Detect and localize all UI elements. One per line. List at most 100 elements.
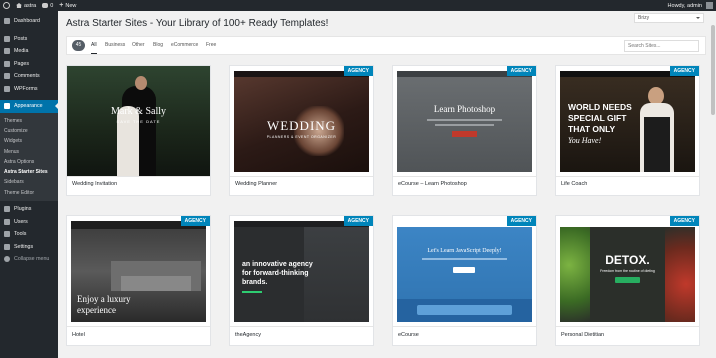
filter-free[interactable]: Free bbox=[206, 41, 216, 50]
thumb-subtitle: Freedom from the routine of dieting bbox=[600, 269, 655, 273]
home-icon bbox=[16, 3, 22, 8]
thumb-subtitle: PLANNERS & EVENT ORGANIZER bbox=[266, 135, 337, 139]
collapse-menu-button[interactable]: Collapse menu bbox=[0, 253, 58, 266]
site-name: Wedding Planner bbox=[235, 181, 278, 187]
pages-icon bbox=[4, 60, 10, 67]
sidebar-item-tools[interactable]: Tools bbox=[0, 228, 58, 241]
submenu-customize[interactable]: Customize bbox=[0, 126, 58, 136]
sidebar-item-wpforms[interactable]: WPForms bbox=[0, 83, 58, 96]
submenu-sidebars[interactable]: Sidebars bbox=[0, 177, 58, 187]
site-name: eCourse – Learn Photoshop bbox=[398, 181, 467, 187]
thumb-line-3: brands. bbox=[242, 279, 268, 286]
wp-logo-menu[interactable] bbox=[0, 0, 13, 11]
site-thumbnail[interactable]: Learn Photoshop bbox=[393, 66, 536, 176]
site-card-theagency[interactable]: an innovative agency for forward-thinkin… bbox=[230, 216, 373, 345]
page-title: Astra Starter Sites - Your Library of 10… bbox=[66, 18, 329, 29]
submenu-themes[interactable]: Themes bbox=[0, 116, 58, 126]
media-icon bbox=[4, 48, 10, 55]
thumb-title: Learn Photoshop bbox=[433, 104, 496, 114]
sidebar-item-label: Users bbox=[14, 218, 28, 225]
sidebar-item-users[interactable]: Users bbox=[0, 215, 58, 228]
comment-icon bbox=[4, 73, 10, 80]
wordpress-icon bbox=[3, 2, 10, 9]
account-menu[interactable]: Howdy, admin bbox=[668, 0, 702, 11]
brush-icon bbox=[4, 103, 10, 110]
thumb-line-2: SPECIAL GIFT bbox=[568, 113, 627, 123]
site-thumbnail[interactable]: Let's Learn JavaScript Deeply! bbox=[393, 216, 536, 326]
sidebar-item-appearance[interactable]: Appearance bbox=[0, 100, 58, 113]
filter-other[interactable]: Other bbox=[132, 41, 145, 50]
thumb-title: WEDDING bbox=[266, 118, 337, 133]
pin-icon bbox=[4, 35, 10, 42]
dashboard-icon bbox=[4, 18, 10, 25]
page-scrollbar[interactable] bbox=[710, 11, 716, 358]
submenu-theme-editor[interactable]: Theme Editor bbox=[0, 188, 58, 198]
site-thumbnail[interactable]: Mark & Sally SAVE THE DATE bbox=[67, 66, 210, 176]
sidebar-item-label: WPForms bbox=[14, 85, 38, 92]
sidebar-item-media[interactable]: Media bbox=[0, 45, 58, 58]
agency-badge: AGENCY bbox=[343, 216, 373, 226]
sidebar-item-comments[interactable]: Comments bbox=[0, 70, 58, 83]
thumb-line-2: experience bbox=[77, 305, 116, 315]
thumb-title: Let's Learn JavaScript Deeply! bbox=[427, 248, 502, 254]
site-thumbnail[interactable]: WEDDING PLANNERS & EVENT ORGANIZER bbox=[230, 66, 373, 176]
site-thumbnail[interactable]: Enjoy a luxury experience bbox=[67, 216, 210, 326]
sidebar-item-settings[interactable]: Settings bbox=[0, 240, 58, 253]
site-card-life-coach[interactable]: WORLD NEEDS SPECIAL GIFT THAT ONLY You H… bbox=[556, 66, 699, 195]
sidebar-item-label: Media bbox=[14, 48, 29, 55]
submenu-astra-starter-sites[interactable]: Astra Starter Sites bbox=[0, 167, 58, 177]
site-name: eCourse bbox=[398, 332, 419, 338]
filter-blog[interactable]: Blog bbox=[153, 41, 163, 50]
site-thumbnail[interactable]: an innovative agency for forward-thinkin… bbox=[230, 216, 373, 326]
sidebar-item-pages[interactable]: Pages bbox=[0, 58, 58, 71]
site-name: theAgency bbox=[235, 332, 261, 338]
search-input[interactable] bbox=[624, 40, 699, 52]
submenu-menus[interactable]: Menus bbox=[0, 146, 58, 156]
site-card-ecourse-photoshop[interactable]: Learn Photoshop AGENCY eCourse – Learn P… bbox=[393, 66, 536, 195]
settings-icon bbox=[4, 243, 10, 250]
site-name-menu[interactable]: astra bbox=[13, 0, 39, 11]
new-content-menu[interactable]: + New bbox=[56, 0, 79, 11]
site-card-hotel[interactable]: Enjoy a luxury experience AGENCY Hotel bbox=[67, 216, 210, 345]
site-card-wedding-planner[interactable]: WEDDING PLANNERS & EVENT ORGANIZER AGENC… bbox=[230, 66, 373, 195]
site-name: Life Coach bbox=[561, 181, 588, 187]
filter-ecommerce[interactable]: eCommerce bbox=[171, 41, 198, 50]
filter-business[interactable]: Business bbox=[105, 41, 125, 50]
thumb-line-4: You Have! bbox=[568, 136, 602, 145]
comment-icon bbox=[42, 3, 49, 8]
submenu-astra-options[interactable]: Astra Options bbox=[0, 157, 58, 167]
sidebar-item-label: Settings bbox=[14, 243, 34, 250]
filter-all[interactable]: All bbox=[91, 41, 97, 54]
agency-badge: AGENCY bbox=[669, 216, 699, 226]
sidebar-item-plugins[interactable]: Plugins bbox=[0, 203, 58, 216]
appearance-submenu: Themes Customize Widgets Menus Astra Opt… bbox=[0, 112, 58, 201]
sidebar-item-dashboard[interactable]: Dashboard bbox=[0, 15, 58, 28]
site-thumbnail[interactable]: DETOX. Freedom from the routine of dieti… bbox=[556, 216, 699, 326]
site-card-wedding-invitation[interactable]: Mark & Sally SAVE THE DATE Wedding Invit… bbox=[67, 66, 210, 195]
site-card-ecourse[interactable]: Let's Learn JavaScript Deeply! AGENCY eC… bbox=[393, 216, 536, 345]
howdy-text: Howdy, admin bbox=[667, 2, 702, 9]
new-label: New bbox=[65, 2, 77, 9]
thumb-line-1: Enjoy a luxury bbox=[77, 294, 131, 304]
site-name: astra bbox=[24, 2, 37, 9]
agency-badge: AGENCY bbox=[669, 66, 699, 76]
sidebar-item-label: Dashboard bbox=[14, 18, 40, 25]
avatar[interactable] bbox=[706, 2, 713, 9]
sites-count-badge: 45 bbox=[72, 40, 85, 51]
comments-menu[interactable]: 0 bbox=[39, 0, 56, 11]
page-builder-select[interactable]: Brizy bbox=[634, 13, 704, 23]
site-card-personal-dietitian[interactable]: DETOX. Freedom from the routine of dieti… bbox=[556, 216, 699, 345]
submenu-widgets[interactable]: Widgets bbox=[0, 136, 58, 146]
thumb-line-1: WORLD NEEDS bbox=[568, 102, 632, 112]
plus-icon: + bbox=[59, 2, 64, 9]
admin-bar: astra 0 + New Howdy, admin bbox=[0, 0, 716, 11]
site-thumbnail[interactable]: WORLD NEEDS SPECIAL GIFT THAT ONLY You H… bbox=[556, 66, 699, 176]
site-name: Hotel bbox=[72, 332, 85, 338]
sidebar-item-posts[interactable]: Posts bbox=[0, 33, 58, 46]
scrollbar-thumb[interactable] bbox=[711, 25, 715, 115]
sidebar-item-label: Posts bbox=[14, 35, 28, 42]
sidebar-item-label: Tools bbox=[14, 231, 27, 238]
thumb-line-2: for forward-thinking bbox=[242, 270, 309, 277]
thumb-subtitle: SAVE THE DATE bbox=[116, 119, 161, 124]
filter-bar: 45 All Business Other Blog eCommerce Fre… bbox=[66, 36, 706, 55]
